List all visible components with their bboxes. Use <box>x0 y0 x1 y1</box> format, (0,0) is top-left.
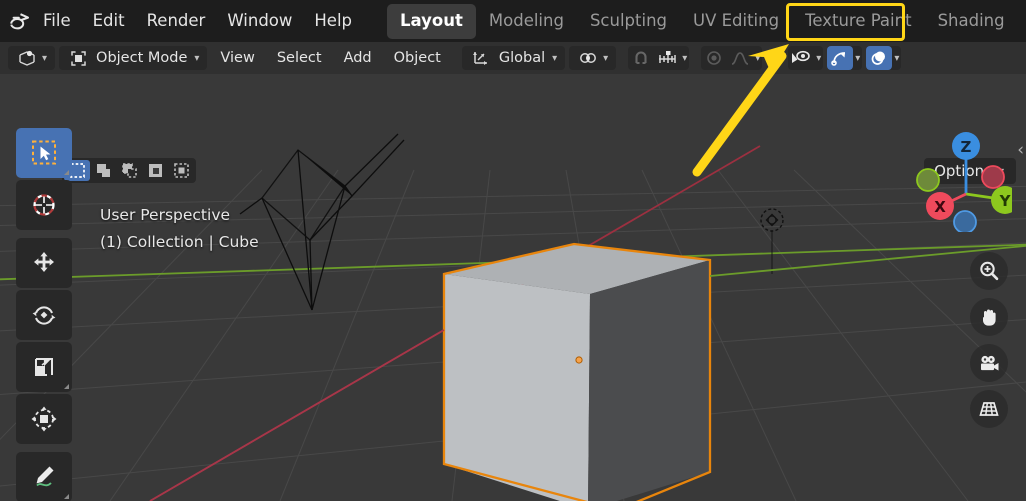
tool-submenu-corner-icon <box>64 384 69 389</box>
chevron-down-icon[interactable]: ▾ <box>816 53 821 64</box>
tool-move[interactable] <box>16 238 72 288</box>
cube-object <box>442 242 712 501</box>
snap-increment-icon[interactable] <box>654 46 680 70</box>
gizmo-axis-neg-y <box>916 168 940 192</box>
pivot-point-selector[interactable]: ▾ <box>569 46 617 70</box>
menu-render[interactable]: Render <box>136 0 217 42</box>
blender-logo-icon[interactable] <box>8 0 32 42</box>
object-visibility-group: ▾ <box>788 46 824 70</box>
tab-sculpting[interactable]: Sculpting <box>577 4 680 39</box>
snap-magnet-icon[interactable] <box>628 46 654 70</box>
tool-rotate[interactable] <box>16 290 72 340</box>
transform-orientation-icon <box>468 46 494 70</box>
viewport-toolbar <box>16 128 72 501</box>
tool-scale[interactable] <box>16 342 72 392</box>
navigation-gizmo[interactable]: Z Y X <box>904 124 1012 232</box>
snapping-group: ▾ <box>628 46 690 70</box>
gizmo-axis-x-label: X <box>934 198 946 216</box>
tab-uv-editing[interactable]: UV Editing <box>680 4 792 39</box>
overlays-toggle-icon[interactable] <box>866 46 893 70</box>
viewport-header: ▾ Object Mode ▾ View Select Add Object G… <box>0 42 1026 74</box>
pivot-point-icon <box>575 46 601 70</box>
gizmo-toggle-icon[interactable] <box>827 46 854 70</box>
gizmo-axis-neg-z <box>953 210 977 232</box>
object-origin-point <box>575 356 583 364</box>
interaction-mode-label: Object Mode <box>96 50 188 66</box>
camera-view-button[interactable] <box>970 344 1008 382</box>
workspace-tabs: Layout Modeling Sculpting UV Editing Tex… <box>387 0 1026 42</box>
tool-submenu-corner-icon <box>64 494 69 499</box>
tool-transform[interactable] <box>16 394 72 444</box>
tool-select-box[interactable] <box>16 128 72 178</box>
tab-texture-paint[interactable]: Texture Paint <box>792 4 924 39</box>
object-mode-icon <box>65 46 91 70</box>
cube-face-right <box>588 260 710 501</box>
select-mode-extend[interactable] <box>90 160 116 181</box>
top-bar: File Edit Render Window Help Layout Mode… <box>0 0 1026 42</box>
tab-animation[interactable]: A <box>1018 4 1026 39</box>
select-mode-group <box>62 158 196 183</box>
chevron-down-icon: ▾ <box>194 52 200 64</box>
menu-window[interactable]: Window <box>216 0 303 42</box>
chevron-down-icon: ▾ <box>42 52 48 64</box>
header-menu-view[interactable]: View <box>211 46 263 70</box>
sidebar-expand-chevron-icon[interactable]: ‹ <box>1017 140 1024 160</box>
chevron-down-icon[interactable]: ▾ <box>894 53 899 64</box>
point-light-gizmo <box>760 208 784 274</box>
tool-submenu-corner-icon <box>64 170 69 175</box>
cube-face-front <box>444 274 590 501</box>
toggle-ortho-perspective-button[interactable] <box>970 390 1008 428</box>
tab-modeling[interactable]: Modeling <box>476 4 577 39</box>
gizmo-axis-z-label: Z <box>961 138 972 156</box>
gizmo-axis-y-label: Y <box>999 192 1012 210</box>
header-menu-select[interactable]: Select <box>268 46 331 70</box>
viewport-scene <box>0 133 1026 501</box>
chevron-down-icon: ▾ <box>603 52 609 64</box>
camera-wireframe <box>239 133 405 311</box>
transform-orientation-label: Global <box>498 50 546 66</box>
select-mode-intersect[interactable] <box>168 160 194 181</box>
tool-cursor[interactable] <box>16 180 72 230</box>
overlays-group: ▾ <box>866 46 902 70</box>
pan-view-button[interactable] <box>970 298 1008 336</box>
object-visibility-icon[interactable] <box>788 46 814 70</box>
viewport-nav-buttons <box>970 252 1008 436</box>
chevron-down-icon[interactable]: ▾ <box>682 53 687 64</box>
chevron-down-icon: ▾ <box>552 52 558 64</box>
gizmo-axis-neg-x <box>981 165 1005 189</box>
blender-window: File Edit Render Window Help Layout Mode… <box>0 0 1026 501</box>
3d-viewport[interactable]: Options ▾ User Perspective (1) Collectio… <box>0 74 1026 501</box>
tool-annotate[interactable] <box>16 452 72 501</box>
proportional-editing-group: ▾ <box>701 46 763 70</box>
header-menu-object[interactable]: Object <box>385 46 450 70</box>
menu-help[interactable]: Help <box>303 0 363 42</box>
select-mode-subtract[interactable] <box>116 160 142 181</box>
editor-type-selector[interactable]: ▾ <box>8 46 56 70</box>
tab-layout[interactable]: Layout <box>387 3 476 39</box>
select-mode-invert[interactable] <box>142 160 168 181</box>
menu-file[interactable]: File <box>32 0 82 42</box>
axis-x-foreground <box>149 329 445 501</box>
interaction-mode-selector[interactable]: Object Mode ▾ <box>59 46 208 70</box>
chevron-down-icon[interactable]: ▾ <box>755 53 760 64</box>
editor-type-3d-viewport-icon <box>14 46 40 70</box>
transform-orientation-selector[interactable]: Global ▾ <box>461 46 566 70</box>
proportional-falloff-smooth-icon[interactable] <box>727 46 753 70</box>
zoom-view-button[interactable] <box>970 252 1008 290</box>
proportional-edit-icon[interactable] <box>701 46 727 70</box>
menu-edit[interactable]: Edit <box>82 0 136 42</box>
header-menu-add[interactable]: Add <box>335 46 381 70</box>
tab-shading[interactable]: Shading <box>925 4 1018 39</box>
gizmo-group: ▾ <box>827 46 863 70</box>
chevron-down-icon[interactable]: ▾ <box>855 53 860 64</box>
